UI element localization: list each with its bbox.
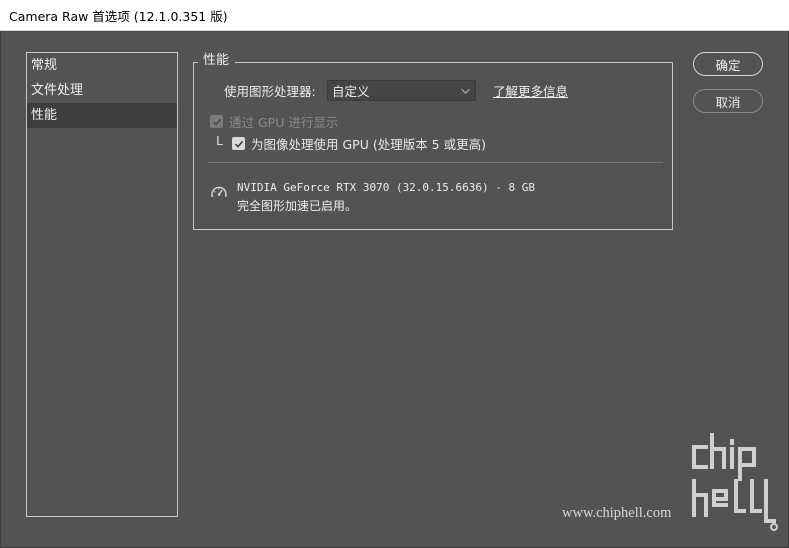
watermark-url: www.chiphell.com xyxy=(562,505,672,521)
image-processing-gpu-option: 为图像处理使用 GPU (处理版本 5 或更高) xyxy=(232,134,486,153)
chevron-down-icon xyxy=(461,85,470,94)
sidebar-item-general[interactable]: 常规 xyxy=(27,53,177,78)
sidebar-item-label: 常规 xyxy=(31,58,58,73)
ok-button[interactable]: 确定 xyxy=(693,52,763,76)
window-titlebar: Camera Raw 首选项 (12.1.0.351 版) xyxy=(0,0,789,31)
checkmark-icon xyxy=(234,140,243,148)
sidebar-item-label: 性能 xyxy=(31,108,58,123)
window-title: Camera Raw 首选项 (12.1.0.351 版) xyxy=(9,8,228,24)
display-gpu-checkbox[interactable] xyxy=(210,115,223,128)
sidebar-item-label: 文件处理 xyxy=(31,83,84,98)
gauge-icon xyxy=(211,186,227,198)
gpu-name: NVIDIA GeForce RTX 3070 (32.0.15.6636) -… xyxy=(237,181,536,194)
display-gpu-option: 通过 GPU 进行显示 xyxy=(210,112,338,131)
sidebar-item-file-handling[interactable]: 文件处理 xyxy=(27,78,177,103)
gpu-label: 使用图形处理器: xyxy=(224,83,316,99)
sidebar-item-performance[interactable]: 性能 xyxy=(27,103,177,128)
gpu-status: 完全图形加速已启用。 xyxy=(237,199,358,213)
chiphell-logo xyxy=(692,433,778,531)
gpu-row: 使用图形处理器: xyxy=(224,80,316,100)
cancel-button-label: 取消 xyxy=(715,94,741,110)
nested-option-bracket: L xyxy=(216,134,224,148)
gpu-info: NVIDIA GeForce RTX 3070 (32.0.15.6636) -… xyxy=(237,178,535,216)
display-gpu-label: 通过 GPU 进行显示 xyxy=(229,115,339,130)
gpu-mode-select[interactable]: 自定义 xyxy=(327,80,476,101)
image-processing-gpu-label: 为图像处理使用 GPU (处理版本 5 或更高) xyxy=(251,137,486,152)
group-legend: 性能 xyxy=(198,53,236,69)
divider xyxy=(208,162,663,163)
gpu-mode-value: 自定义 xyxy=(332,84,370,99)
learn-more-link[interactable]: 了解更多信息 xyxy=(493,81,568,100)
ok-button-label: 确定 xyxy=(715,57,741,73)
image-processing-gpu-checkbox[interactable] xyxy=(232,137,245,150)
checkmark-icon xyxy=(212,118,221,126)
cancel-button[interactable]: 取消 xyxy=(693,89,763,113)
preferences-category-list: 常规 文件处理 性能 xyxy=(26,52,178,517)
